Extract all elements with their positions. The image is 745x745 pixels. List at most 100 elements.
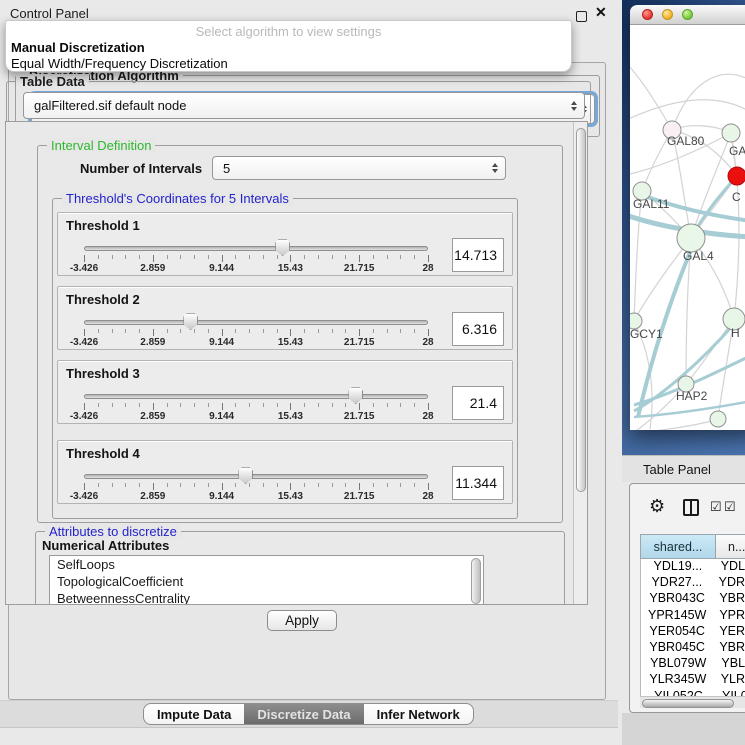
tick-mark (249, 329, 250, 333)
tick-mark (318, 403, 319, 407)
node-label-hap2: HAP2 (676, 389, 707, 403)
checkbox-icon[interactable]: ☑ (724, 499, 736, 515)
close-traffic-icon[interactable] (642, 9, 653, 20)
tick-mark (153, 255, 154, 262)
column-header-name[interactable]: n... (716, 535, 745, 558)
tick-mark (318, 483, 319, 487)
tick-label: 28 (398, 411, 458, 422)
tab-discretize-data[interactable]: Discretize Data (244, 704, 363, 724)
tab-label: Impute Data (157, 707, 231, 722)
node-label-gcy1: GCY1 (630, 327, 663, 341)
table-row[interactable]: YPR145WYPR1 (641, 608, 745, 624)
network-view-window[interactable]: GAL80GACGAL11GAL4GCY1HHAP2 (630, 5, 745, 430)
network-window-titlebar[interactable] (630, 5, 745, 25)
tick-label: 2.859 (123, 263, 183, 274)
tab-label: Discretize Data (257, 707, 350, 722)
scrollbar-thumb[interactable] (576, 128, 586, 492)
table-row[interactable]: YBR045CYBR0 (641, 640, 745, 656)
tick-mark (112, 403, 113, 407)
tick-mark (359, 403, 360, 410)
attribute-list-item[interactable]: BetweennessCentrality (50, 590, 483, 605)
tick-mark (318, 255, 319, 259)
tab-infer-network[interactable]: Infer Network (364, 704, 473, 724)
table-row[interactable]: YLR345WYLR3 (641, 672, 745, 688)
tick-mark (139, 329, 140, 333)
node-label-gal4: GAL4 (683, 249, 714, 263)
popup-option-equal-width[interactable]: Equal Width/Frequency Discretization (6, 55, 571, 71)
cell-shared-name: YBL079W (641, 656, 715, 672)
slider-thumb[interactable] (275, 239, 290, 256)
interval-definition-group: Interval Definition Number of Intervals … (37, 145, 563, 523)
tick-mark (167, 483, 168, 487)
tick-mark (373, 329, 374, 333)
tick-label: 28 (398, 263, 458, 274)
table-row[interactable]: YBR043CYBR0 (641, 591, 745, 607)
tick-mark (304, 255, 305, 259)
threshold-value-field[interactable]: 21.4 (452, 386, 504, 420)
tick-label: 15.43 (260, 491, 320, 502)
tick-mark (125, 483, 126, 487)
list-scrollbar[interactable] (471, 558, 481, 604)
tick-mark (249, 483, 250, 487)
table-hscrollbar[interactable] (640, 696, 745, 708)
table-row[interactable]: YDR27...YDR2 (641, 575, 745, 591)
scrollbar-thumb[interactable] (642, 699, 734, 708)
table-panel-header: Table Panel (622, 455, 745, 482)
number-of-intervals-combobox[interactable]: 5 (212, 156, 506, 180)
attribute-list-item[interactable]: SelfLoops (50, 556, 483, 573)
tick-mark (345, 403, 346, 407)
slider-track[interactable] (84, 474, 428, 479)
float-window-icon[interactable] (576, 11, 587, 22)
tick-label: 15.43 (260, 263, 320, 274)
slider-track[interactable] (84, 394, 428, 399)
tick-mark (180, 483, 181, 487)
gear-icon[interactable]: ⚙ (649, 496, 665, 517)
node-bottom (710, 411, 726, 427)
table-data-title: Table Data (16, 74, 89, 89)
threshold-item-1: Threshold 1-3.4262.8599.14415.4321.71528… (57, 212, 513, 276)
attributes-group-title: Attributes to discretize (45, 524, 181, 539)
table-data-combobox[interactable]: galFiltered.sif default node (23, 92, 585, 119)
close-icon[interactable]: ✕ (595, 4, 607, 21)
tick-mark (277, 483, 278, 487)
panel-scrollbar[interactable] (573, 122, 587, 604)
popup-option-manual[interactable]: Manual Discretization (6, 39, 571, 55)
numerical-attributes-list[interactable]: SelfLoopsTopologicalCoefficientBetweenne… (49, 555, 484, 605)
tick-mark (373, 255, 374, 259)
numerical-attributes-heading: Numerical Attributes (42, 538, 169, 553)
table-row[interactable]: YER054CYER0 (641, 624, 745, 640)
stepper-arrows-icon (571, 101, 577, 111)
threshold-value-field[interactable]: 6.316 (452, 312, 504, 346)
tick-mark (263, 329, 264, 333)
column-header-shared[interactable]: shared... (641, 535, 716, 558)
checkbox-icon[interactable]: ☑ (710, 499, 722, 515)
tick-label: 15.43 (260, 337, 320, 348)
node-gal4 (677, 224, 705, 252)
tick-mark (373, 403, 374, 407)
threshold-value-field[interactable]: 11.344 (452, 466, 504, 500)
network-canvas[interactable]: GAL80GACGAL11GAL4GCY1HHAP2 (630, 25, 745, 430)
tab-impute-data[interactable]: Impute Data (144, 704, 244, 724)
tick-label: 2.859 (123, 411, 183, 422)
tick-mark (304, 483, 305, 487)
slider-thumb[interactable] (183, 313, 198, 330)
table-row[interactable]: YBL079WYBL0 (641, 656, 745, 672)
zoom-traffic-icon[interactable] (682, 9, 693, 20)
slider-track[interactable] (84, 246, 428, 251)
tick-mark (428, 403, 429, 410)
threshold-coordinates-group: Threshold's Coordinates for 5 Intervals … (52, 198, 518, 519)
threshold-label: Threshold 1 (66, 218, 140, 233)
threshold-value-field[interactable]: 14.713 (452, 238, 504, 272)
columns-icon[interactable] (683, 499, 699, 516)
minimize-traffic-icon[interactable] (662, 9, 673, 20)
apply-button[interactable]: Apply (267, 610, 337, 631)
tick-mark (414, 403, 415, 407)
slider-thumb[interactable] (348, 387, 363, 404)
tick-mark (263, 483, 264, 487)
slider-track[interactable] (84, 320, 428, 325)
table-row[interactable]: YDL19...YDL1 (641, 559, 745, 575)
cell-shared-name: YER054C (641, 624, 713, 640)
slider-thumb[interactable] (238, 467, 253, 484)
cell-name: YBR0 (713, 640, 745, 656)
attribute-list-item[interactable]: TopologicalCoefficient (50, 573, 483, 590)
